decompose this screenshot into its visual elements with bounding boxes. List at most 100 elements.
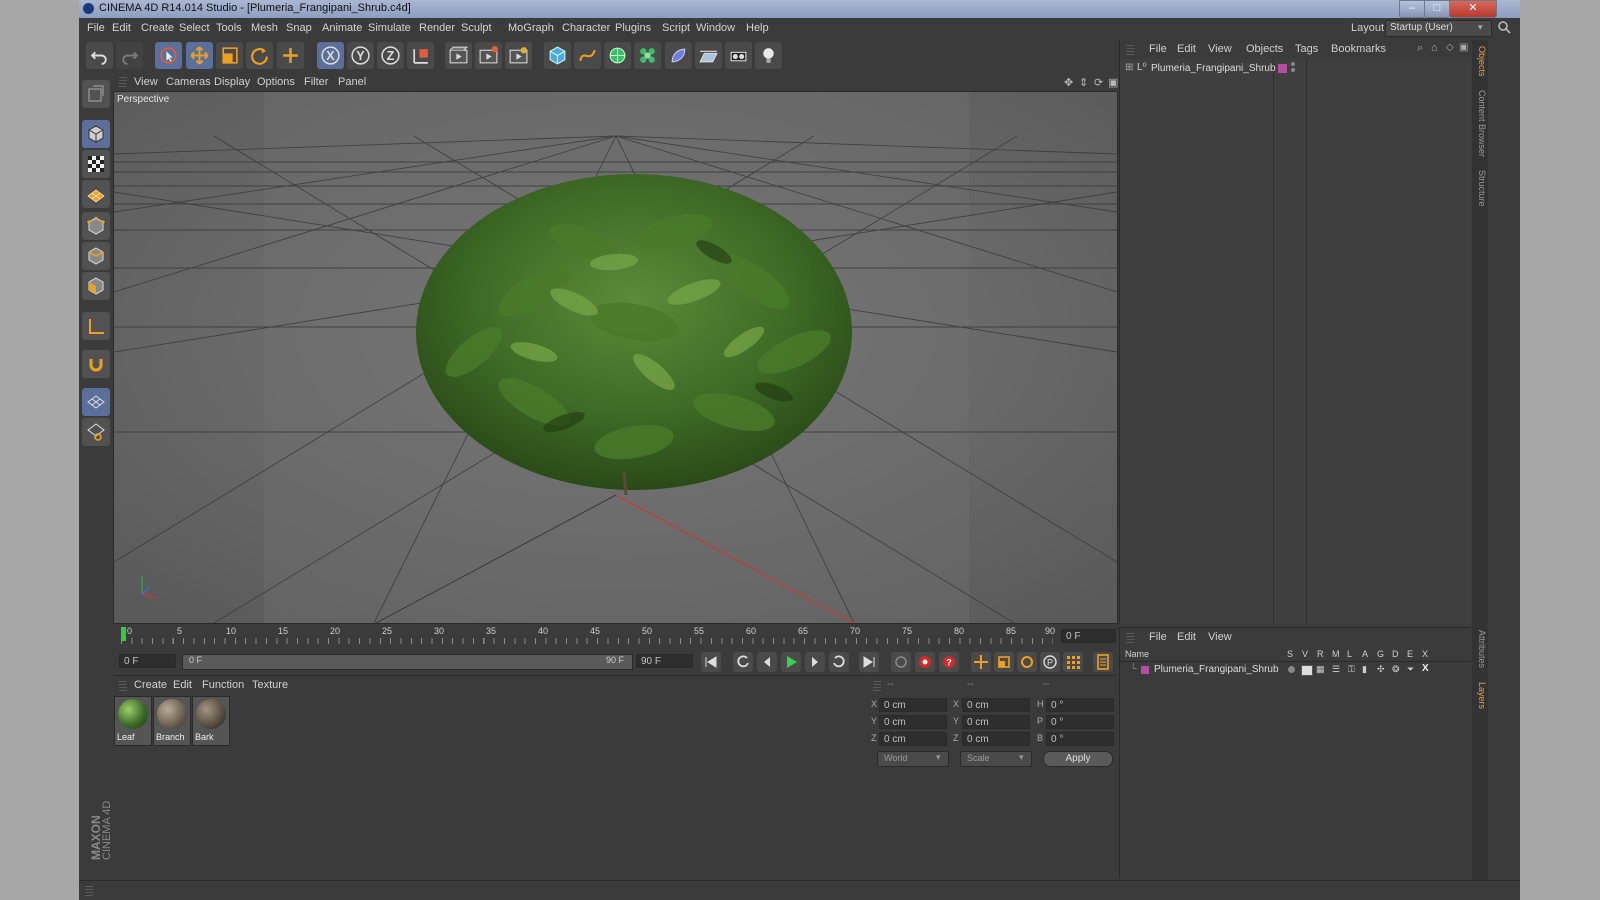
record-point-level-button[interactable] [1063, 652, 1083, 672]
record-position-button[interactable] [971, 652, 991, 672]
layer-row[interactable]: └ Plumeria_Frangipani_Shrub ▦ ☰ ⚿ ▮ ✣ ❂ … [1120, 663, 1471, 677]
material-swatch-branch[interactable]: Branch [153, 696, 191, 746]
menu-tools[interactable]: Tools [216, 22, 242, 34]
recent-tool-button[interactable] [277, 42, 304, 69]
object-row[interactable]: ⊞ L⁰ Plumeria_Frangipani_Shrub [1120, 61, 1471, 77]
deformer-button[interactable] [665, 42, 692, 69]
timeline-ruler[interactable]: 0 5 10 15 20 25 30 35 40 45 50 55 60 65 … [121, 625, 1058, 647]
render-picture-viewer-button[interactable] [475, 42, 502, 69]
apply-button[interactable]: Apply [1043, 751, 1113, 767]
menu-render[interactable]: Render [419, 22, 455, 34]
tab-objects[interactable]: Objects [1473, 46, 1487, 77]
objects-menu-tags[interactable]: Tags [1295, 43, 1318, 55]
navigate-icon[interactable]: ◇ [1446, 42, 1454, 53]
menu-animate[interactable]: Animate [322, 22, 362, 34]
rotation-h-field[interactable]: 0 ° [1046, 698, 1114, 712]
close-button[interactable]: ✕ [1449, 0, 1497, 18]
z-axis-lock-button[interactable]: Z [377, 42, 404, 69]
object-name[interactable]: Plumeria_Frangipani_Shrub [1151, 63, 1276, 74]
material-swatch-leaf[interactable]: Leaf [114, 696, 152, 746]
previous-frame-button[interactable] [757, 652, 777, 672]
rotation-p-field[interactable]: 0 ° [1046, 715, 1114, 729]
material-menu-edit[interactable]: Edit [173, 679, 192, 691]
tab-attributes[interactable]: Attributes [1473, 630, 1487, 668]
manager-toggle-icon[interactable]: ☰ [1332, 664, 1340, 675]
menu-character[interactable]: Character [562, 22, 610, 34]
viewport-menu-cameras[interactable]: Cameras [166, 76, 211, 88]
xref-toggle-icon[interactable]: X [1422, 663, 1429, 674]
tab-layers[interactable]: Layers [1473, 682, 1487, 709]
polygons-mode-button[interactable] [82, 272, 110, 300]
view-toggle-icon[interactable] [1301, 665, 1313, 676]
layers-menu-edit[interactable]: Edit [1177, 631, 1196, 643]
axis-mode-button[interactable] [82, 312, 110, 340]
menu-edit[interactable]: Edit [112, 22, 131, 34]
3d-viewport[interactable]: Perspective [113, 91, 1118, 624]
objects-menu-view[interactable]: View [1208, 43, 1232, 55]
size-z-field[interactable]: 0 cm [962, 732, 1030, 746]
go-to-start-button[interactable] [701, 652, 721, 672]
material-swatch-bark[interactable]: Bark [192, 696, 230, 746]
menu-window[interactable]: Window [696, 22, 735, 34]
new-view-icon[interactable]: ▣ [1459, 42, 1468, 53]
menu-help[interactable]: Help [746, 22, 769, 34]
record-scale-button[interactable] [994, 652, 1014, 672]
animation-toggle-icon[interactable]: ▮ [1362, 664, 1367, 675]
viewport-menu-view[interactable]: View [134, 76, 158, 88]
tab-content-browser[interactable]: Content Browser [1473, 90, 1487, 157]
go-to-end-button[interactable] [859, 652, 879, 672]
editor-visibility-dot[interactable] [1291, 62, 1295, 66]
menu-sculpt[interactable]: Sculpt [461, 22, 492, 34]
light-object-button[interactable] [755, 42, 782, 69]
workplane-mode-button[interactable] [82, 180, 110, 208]
texture-mode-button[interactable] [82, 150, 110, 178]
timeline-window-button[interactable] [1093, 652, 1113, 672]
menu-create[interactable]: Create [141, 22, 174, 34]
size-y-field[interactable]: 0 cm [962, 715, 1030, 729]
keyframe-selection-button[interactable] [891, 652, 911, 672]
viewport-rotate-icon[interactable]: ⟳ [1094, 76, 1106, 89]
workplane-lock-button[interactable] [82, 388, 110, 416]
viewport-menu-options[interactable]: Options [257, 76, 295, 88]
y-axis-lock-button[interactable]: Y [347, 42, 374, 69]
next-keyframe-button[interactable] [829, 652, 849, 672]
make-editable-button[interactable] [82, 80, 110, 108]
viewport-zoom-icon[interactable]: ⇕ [1079, 76, 1091, 89]
layer-color-swatch[interactable] [1141, 666, 1149, 674]
rotate-tool-button[interactable] [246, 42, 273, 69]
position-y-field[interactable]: 0 cm [879, 715, 947, 729]
record-parameter-button[interactable]: P [1040, 652, 1060, 672]
floor-object-button[interactable] [695, 42, 722, 69]
deformers-toggle-icon[interactable]: ❂ [1392, 664, 1400, 675]
coordinate-space-select[interactable]: World ▾ [877, 751, 949, 767]
generators-toggle-icon[interactable]: ✣ [1377, 664, 1385, 675]
objects-menu-file[interactable]: File [1149, 43, 1167, 55]
layer-name[interactable]: Plumeria_Frangipani_Shrub [1154, 664, 1279, 675]
camera-object-button[interactable] [725, 42, 752, 69]
layout-select[interactable]: Startup (User) ▾ [1385, 20, 1492, 37]
coordinate-mode-select[interactable]: Scale ▾ [960, 751, 1032, 767]
tab-structure[interactable]: Structure [1473, 170, 1487, 207]
menu-snap[interactable]: Snap [286, 22, 312, 34]
autokey-button[interactable]: ? [939, 652, 959, 672]
menu-mesh[interactable]: Mesh [251, 22, 278, 34]
points-mode-button[interactable] [82, 212, 110, 240]
previous-keyframe-button[interactable] [733, 652, 753, 672]
material-menu-function[interactable]: Function [202, 679, 244, 691]
end-frame-field[interactable]: 90 F [636, 654, 693, 668]
timeline[interactable]: 0 5 10 15 20 25 30 35 40 45 50 55 60 65 … [113, 625, 1116, 649]
render-settings-button[interactable] [505, 42, 532, 69]
live-selection-button[interactable] [155, 42, 182, 69]
record-button[interactable] [915, 652, 935, 672]
edges-mode-button[interactable] [82, 242, 110, 270]
layers-menu-view[interactable]: View [1208, 631, 1232, 643]
spline-pen-button[interactable] [574, 42, 601, 69]
frame-range-slider[interactable]: 0 F 90 F [182, 654, 633, 670]
play-button[interactable] [781, 652, 801, 672]
scale-tool-button[interactable] [216, 42, 243, 69]
maximize-button[interactable]: □ [1424, 0, 1450, 18]
render-toggle-icon[interactable]: ▦ [1316, 664, 1325, 675]
next-frame-button[interactable] [805, 652, 825, 672]
cube-object-button[interactable] [544, 42, 571, 69]
workplane-rotate-button[interactable] [82, 418, 110, 446]
